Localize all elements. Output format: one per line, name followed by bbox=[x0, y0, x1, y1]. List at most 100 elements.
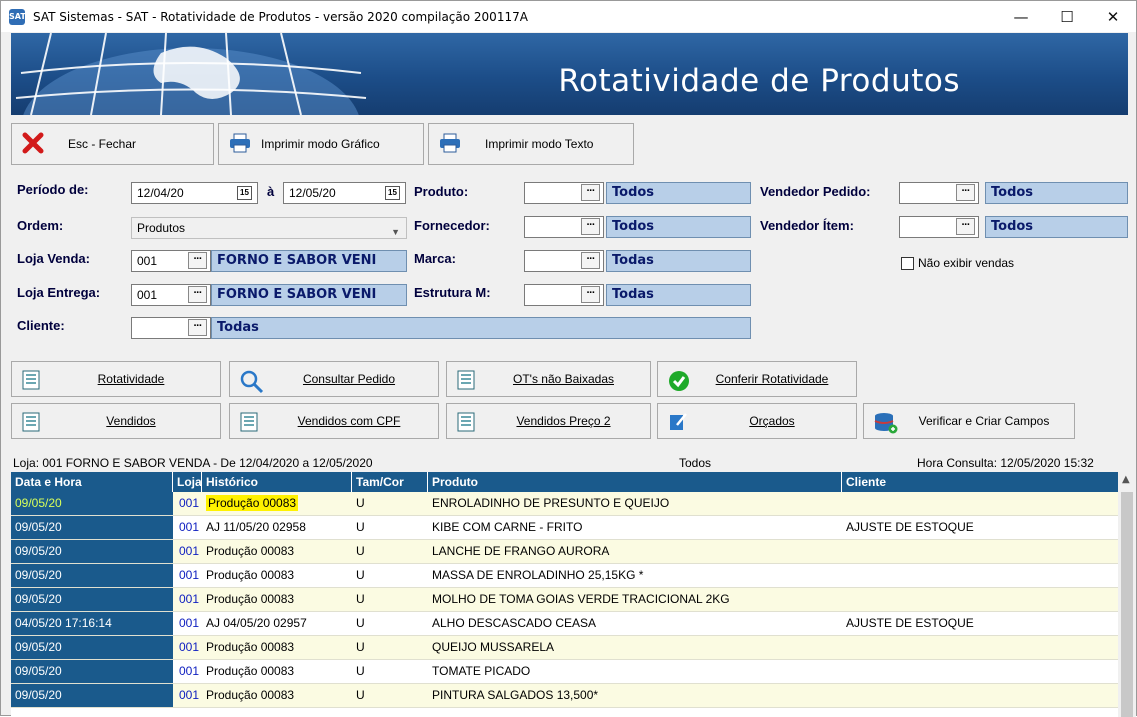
vendidos-button[interactable]: Vendidos bbox=[11, 403, 221, 439]
table-row[interactable]: 09/05/20 001 Produção 00083 U LANCHE DE FRAN… bbox=[11, 540, 1118, 564]
print-graphic-button[interactable]: Imprimir modo Gráfico bbox=[218, 123, 424, 165]
nao-exibir-vendas-label: Não exibir vendas bbox=[918, 256, 1015, 270]
lookup-ellipsis-button[interactable]: ··· bbox=[188, 286, 207, 303]
conferir-rotatividade-button[interactable]: Conferir Rotatividade bbox=[657, 361, 857, 397]
cell-cliente: AJUSTE DE ESTOQUE bbox=[846, 616, 974, 630]
calendar-icon[interactable]: 15 bbox=[385, 186, 400, 200]
loja-venda-label: Loja Venda: bbox=[17, 251, 90, 266]
periodo-to-field[interactable]: 12/05/20 15 bbox=[283, 182, 406, 204]
col-header-data-hora[interactable]: Data e Hora bbox=[11, 472, 173, 492]
scrollbar-thumb[interactable] bbox=[1121, 492, 1133, 717]
cell-loja: 001 bbox=[178, 592, 199, 606]
consultar-pedido-button[interactable]: Consultar Pedido bbox=[229, 361, 439, 397]
orcados-label: Orçados bbox=[749, 414, 795, 428]
close-window-button[interactable]: ✕ bbox=[1090, 1, 1136, 32]
conferir-rotatividade-label: Conferir Rotatividade bbox=[715, 372, 829, 386]
table-row[interactable]: 09/05/20 001 Produção 00083 U ENROLADINHO DE… bbox=[11, 492, 1118, 516]
cell-tam-cor: U bbox=[356, 616, 365, 630]
col-header-tam-cor[interactable]: Tam/Cor bbox=[352, 472, 428, 492]
calendar-icon[interactable]: 15 bbox=[237, 186, 252, 200]
col-header-produto[interactable]: Produto bbox=[428, 472, 842, 492]
ordem-select[interactable]: Produtos ▼ bbox=[131, 217, 407, 239]
cell-tam-cor: U bbox=[356, 520, 365, 534]
page-title: Rotatividade de Produtos bbox=[558, 63, 960, 99]
cell-produto: QUEIJO MUSSARELA bbox=[432, 640, 555, 654]
vendedor-item-code-field[interactable]: ··· bbox=[899, 216, 979, 238]
cell-loja: 001 bbox=[178, 616, 199, 630]
grid-info-right: Hora Consulta: 12/05/2020 15:32 bbox=[917, 456, 1094, 470]
cell-cliente: AJUSTE DE ESTOQUE bbox=[846, 520, 974, 534]
lookup-ellipsis-button[interactable]: ··· bbox=[956, 218, 975, 235]
fornecedor-name: Todos bbox=[606, 216, 751, 238]
lookup-ellipsis-button[interactable]: ··· bbox=[188, 252, 207, 269]
verificar-criar-campos-button[interactable]: Verificar e Criar Campos bbox=[863, 403, 1075, 439]
scroll-up-icon[interactable]: ▲ bbox=[1122, 474, 1130, 485]
cell-historico: Produção 00083 bbox=[206, 495, 299, 511]
print-text-button[interactable]: Imprimir modo Texto bbox=[428, 123, 634, 165]
close-button[interactable]: Esc - Fechar bbox=[11, 123, 214, 165]
lookup-ellipsis-button[interactable]: ··· bbox=[581, 286, 600, 303]
lookup-ellipsis-button[interactable]: ··· bbox=[581, 218, 600, 235]
cell-loja: 001 bbox=[178, 640, 199, 654]
vendedor-pedido-code-field[interactable]: ··· bbox=[899, 182, 979, 204]
col-header-loja[interactable]: Loja bbox=[173, 472, 202, 492]
nao-exibir-vendas-checkbox[interactable] bbox=[901, 257, 914, 270]
col-header-historico[interactable]: Histórico bbox=[202, 472, 352, 492]
vendidos-preco2-label: Vendidos Preço 2 bbox=[516, 414, 611, 428]
cell-tam-cor: U bbox=[356, 568, 365, 582]
window-title: SAT Sistemas - SAT - Rotatividade de Pro… bbox=[33, 9, 528, 24]
filter-panel: Período de: 12/04/20 15 à 12/05/20 15 Or… bbox=[11, 171, 1128, 346]
ots-nao-baixadas-button[interactable]: OT's não Baixadas bbox=[446, 361, 651, 397]
lookup-ellipsis-button[interactable]: ··· bbox=[581, 252, 600, 269]
table-row[interactable]: 09/05/20 001 Produção 00083 U MOLHO DE TOMA … bbox=[11, 588, 1118, 612]
cell-cliente bbox=[842, 564, 1118, 587]
cell-historico: AJ 04/05/20 02957 bbox=[206, 616, 307, 630]
col-header-cliente[interactable]: Cliente bbox=[842, 472, 1118, 492]
verificar-criar-campos-label: Verificar e Criar Campos bbox=[918, 414, 1050, 428]
maximize-button[interactable]: ☐ bbox=[1044, 1, 1090, 32]
cell-produto: LANCHE DE FRANGO AURORA bbox=[432, 544, 610, 558]
produto-name: Todos bbox=[606, 182, 751, 204]
cell-loja: 001 bbox=[178, 664, 199, 678]
cell-loja: 001 bbox=[178, 544, 199, 558]
marca-label: Marca: bbox=[414, 251, 456, 266]
vendedor-item-label: Vendedor Ítem: bbox=[760, 218, 854, 233]
loja-venda-code-field[interactable]: 001 ··· bbox=[131, 250, 211, 272]
grid-info-bar: Loja: 001 FORNO E SABOR VENDA - De 12/04… bbox=[11, 454, 1136, 472]
cell-cliente bbox=[842, 684, 1118, 707]
cliente-code-field[interactable]: ··· bbox=[131, 317, 211, 339]
cell-cliente bbox=[842, 660, 1118, 683]
table-row[interactable]: 09/05/20 001 Produção 00083 U TOMATE PICADO bbox=[11, 660, 1118, 684]
printer-icon bbox=[229, 133, 251, 156]
vertical-scrollbar[interactable]: ▲ bbox=[1118, 472, 1136, 717]
fornecedor-code-field[interactable]: ··· bbox=[524, 216, 604, 238]
loja-entrega-code-field[interactable]: 001 ··· bbox=[131, 284, 211, 306]
marca-code-field[interactable]: ··· bbox=[524, 250, 604, 272]
cell-tam-cor: U bbox=[356, 544, 365, 558]
estrutura-code-field[interactable]: ··· bbox=[524, 284, 604, 306]
rotatividade-button[interactable]: Rotatividade bbox=[11, 361, 221, 397]
lookup-ellipsis-button[interactable]: ··· bbox=[581, 184, 600, 201]
data-grid[interactable]: Data e Hora Loja Histórico Tam/Cor Produ… bbox=[11, 472, 1136, 717]
table-row[interactable]: 04/05/20 17:16:14 001 AJ 04/05/20 02957 U AL… bbox=[11, 612, 1118, 636]
minimize-button[interactable]: — bbox=[998, 1, 1044, 32]
lookup-ellipsis-button[interactable]: ··· bbox=[188, 319, 207, 336]
cell-data-hora: 09/05/20 bbox=[11, 564, 173, 587]
cell-historico: Produção 00083 bbox=[206, 568, 295, 582]
vendidos-preco2-button[interactable]: Vendidos Preço 2 bbox=[446, 403, 651, 439]
cell-data-hora: 04/05/20 17:16:14 bbox=[11, 612, 173, 635]
cell-historico: Produção 00083 bbox=[206, 544, 295, 558]
table-row[interactable]: 09/05/20 001 AJ 11/05/20 02958 U KIBE COM CA… bbox=[11, 516, 1118, 540]
produto-code-field[interactable]: ··· bbox=[524, 182, 604, 204]
header-banner: Rotatividade de Produtos bbox=[11, 33, 1128, 115]
lookup-ellipsis-button[interactable]: ··· bbox=[956, 184, 975, 201]
table-row[interactable]: 09/05/20 001 Produção 00083 U QUEIJO MUSSARE… bbox=[11, 636, 1118, 660]
table-row[interactable]: 09/05/20 001 Produção 00083 U MASSA DE ENROL… bbox=[11, 564, 1118, 588]
cell-data-hora: 09/05/20 bbox=[11, 660, 173, 683]
table-row[interactable]: 09/05/20 001 Produção 00083 U PINTURA SALGAD… bbox=[11, 684, 1118, 708]
close-button-label: Esc - Fechar bbox=[68, 137, 137, 151]
orcados-button[interactable]: Orçados bbox=[657, 403, 857, 439]
vendidos-label: Vendidos bbox=[106, 414, 156, 428]
vendidos-cpf-button[interactable]: Vendidos com CPF bbox=[229, 403, 439, 439]
periodo-from-field[interactable]: 12/04/20 15 bbox=[131, 182, 258, 204]
